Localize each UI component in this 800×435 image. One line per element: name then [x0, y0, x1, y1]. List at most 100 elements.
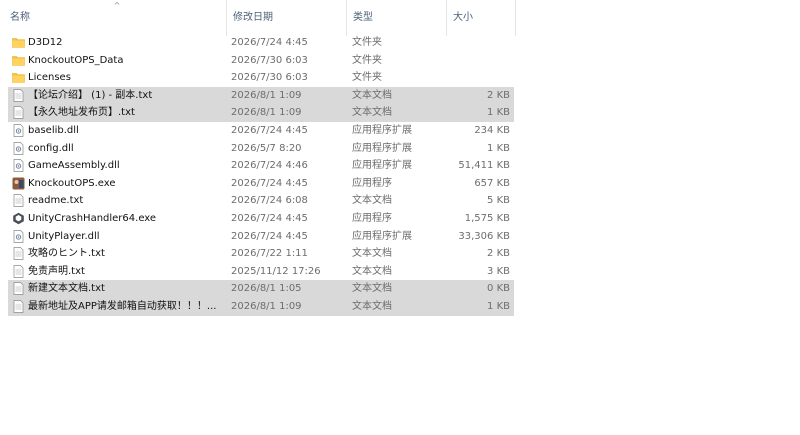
file-size: [452, 52, 510, 70]
file-type: 文件夹: [352, 72, 382, 84]
file-date: 2026/7/24 4:45: [231, 212, 308, 224]
column-header-name-label: 名称: [10, 12, 30, 23]
file-row[interactable]: D3D12 2026/7/24 4:45 文件夹: [8, 34, 514, 52]
file-list: D3D12 2026/7/24 4:45 文件夹 KnockoutOPS_Data 20…: [8, 34, 514, 316]
file-date: 2026/7/24 4:46: [231, 160, 308, 172]
file-date: 2026/7/24 4:45: [231, 230, 308, 242]
column-header-size-label: 大小: [453, 12, 473, 23]
file-row[interactable]: UnityPlayer.dll 2026/7/24 4:45 应用程序扩展 33,30…: [8, 228, 514, 246]
file-name: UnityPlayer.dll: [28, 230, 100, 242]
file-date: 2026/7/30 6:03: [231, 72, 308, 84]
unity-app-icon: [12, 212, 25, 225]
text-file-icon: [12, 282, 25, 296]
folder-icon: [12, 54, 25, 67]
file-name: Licenses: [28, 72, 71, 84]
file-name: GameAssembly.dll: [28, 160, 120, 172]
text-file-icon: [12, 300, 25, 313]
file-type: 文件夹: [352, 37, 382, 48]
file-row[interactable]: baselib.dll 2026/7/24 4:45 应用程序扩展 234 KB: [8, 122, 514, 140]
file-row[interactable]: 免责声明.txt 2025/11/12 17:26 文本文档 3 KB: [8, 263, 514, 281]
file-row[interactable]: 【永久地址发布页】.txt 2026/8/1 1:09 文本文档 1 KB: [8, 104, 514, 122]
file-name: 免责声明.txt: [28, 265, 85, 277]
sort-ascending-icon: ^: [113, 1, 121, 10]
file-row[interactable]: config.dll 2026/5/7 8:20 应用程序扩展 1 KB: [8, 140, 514, 158]
file-size: [452, 34, 510, 52]
dll-file-icon: [12, 141, 25, 155]
dll-file-icon: [12, 124, 25, 137]
file-row[interactable]: readme.txt 2026/7/24 6:08 文本文档 5 KB: [8, 192, 514, 210]
file-date: 2026/7/24 6:08: [231, 195, 308, 207]
column-header-bar: 名称 ^ 修改日期 类型 大小: [0, 0, 520, 36]
file-name: D3D12: [28, 37, 63, 48]
file-date: 2026/8/1 1:09: [231, 300, 302, 312]
file-size: 1 KB: [487, 107, 510, 119]
file-row[interactable]: GameAssembly.dll 2026/7/24 4:46 应用程序扩展 51,4…: [8, 157, 514, 175]
file-type: 文本文档: [352, 283, 392, 295]
file-type: 文件夹: [352, 54, 382, 66]
file-size: 5 KB: [487, 195, 510, 207]
file-size: 1 KB: [487, 300, 510, 312]
file-size: [452, 69, 510, 87]
file-type: 文本文档: [352, 107, 392, 119]
file-row[interactable]: UnityCrashHandler64.exe 2026/7/24 4:45 应用程…: [8, 210, 514, 228]
column-header-type-label: 类型: [353, 12, 373, 23]
file-name: KnockoutOPS.exe: [28, 177, 116, 189]
file-date: 2026/8/1 1:09: [231, 107, 302, 119]
folder-icon: [12, 71, 25, 84]
file-name: 【永久地址发布页】.txt: [28, 107, 135, 119]
column-header-name[interactable]: 名称 ^: [0, 0, 226, 36]
dll-file-icon: [12, 159, 25, 173]
file-date: 2026/7/24 4:45: [231, 124, 308, 136]
file-row[interactable]: 【论坛介绍】 (1) - 副本.txt 2026/8/1 1:09 文本文档 2 KB: [8, 86, 514, 105]
file-name: 最新地址及APP请发邮箱自动获取！！！...: [28, 300, 217, 312]
file-name: 攻略のヒント.txt: [28, 248, 105, 260]
file-row[interactable]: Licenses 2026/7/30 6:03 文件夹: [8, 69, 514, 87]
text-file-icon: [12, 264, 25, 278]
column-header-date-label: 修改日期: [233, 12, 273, 23]
file-type: 文本文档: [352, 89, 392, 101]
file-date: 2026/8/1 1:05: [231, 283, 302, 295]
file-size: 234 KB: [474, 124, 510, 136]
file-row[interactable]: KnockoutOPS_Data 2026/7/30 6:03 文件夹: [8, 52, 514, 70]
file-name: UnityCrashHandler64.exe: [28, 212, 157, 224]
column-header-date[interactable]: 修改日期: [226, 0, 346, 36]
file-date: 2026/5/7 8:20: [231, 142, 302, 154]
file-size: 0 KB: [487, 283, 510, 295]
file-size: 1 KB: [487, 142, 510, 154]
file-size: 2 KB: [487, 248, 510, 260]
file-type: 应用程序扩展: [352, 160, 412, 172]
file-size: 51,411 KB: [458, 160, 510, 172]
file-type: 文本文档: [352, 248, 392, 260]
text-file-icon: [12, 194, 25, 208]
file-size: 33,306 KB: [458, 230, 510, 242]
file-row[interactable]: 攻略のヒント.txt 2026/7/22 1:11 文本文档 2 KB: [8, 245, 514, 263]
text-file-icon: [12, 106, 25, 120]
file-row[interactable]: 新建文本文档.txt 2026/8/1 1:05 文本文档 0 KB: [8, 280, 514, 298]
text-file-icon: [12, 88, 25, 102]
file-type: 应用程序: [352, 177, 392, 189]
file-name: 【论坛介绍】 (1) - 副本.txt: [28, 89, 153, 101]
text-file-icon: [12, 247, 25, 260]
file-type: 文本文档: [352, 300, 392, 312]
file-type: 应用程序扩展: [352, 230, 412, 242]
dll-file-icon: [12, 229, 25, 243]
column-header-type[interactable]: 类型: [346, 0, 446, 36]
file-row[interactable]: KnockoutOPS.exe 2026/7/24 4:45 应用程序 657 KB: [8, 175, 514, 193]
file-date: 2026/7/24 4:45: [231, 177, 308, 189]
game-app-icon: [12, 177, 25, 190]
file-type: 应用程序扩展: [352, 142, 412, 154]
file-row[interactable]: 最新地址及APP请发邮箱自动获取！！！... 2026/8/1 1:09 文本文档 1…: [8, 297, 514, 316]
file-name: config.dll: [28, 142, 74, 154]
file-date: 2026/7/24 4:45: [231, 37, 308, 48]
file-date: 2026/7/30 6:03: [231, 54, 308, 66]
file-type: 应用程序扩展: [352, 124, 412, 136]
file-type: 文本文档: [352, 195, 392, 207]
file-name: 新建文本文档.txt: [28, 283, 105, 295]
column-header-size[interactable]: 大小: [446, 0, 516, 36]
file-type: 应用程序: [352, 212, 392, 224]
folder-icon: [12, 36, 25, 49]
file-date: 2026/7/22 1:11: [231, 248, 308, 260]
file-name: baselib.dll: [28, 124, 79, 136]
file-name: readme.txt: [28, 195, 84, 207]
file-date: 2025/11/12 17:26: [231, 265, 321, 277]
